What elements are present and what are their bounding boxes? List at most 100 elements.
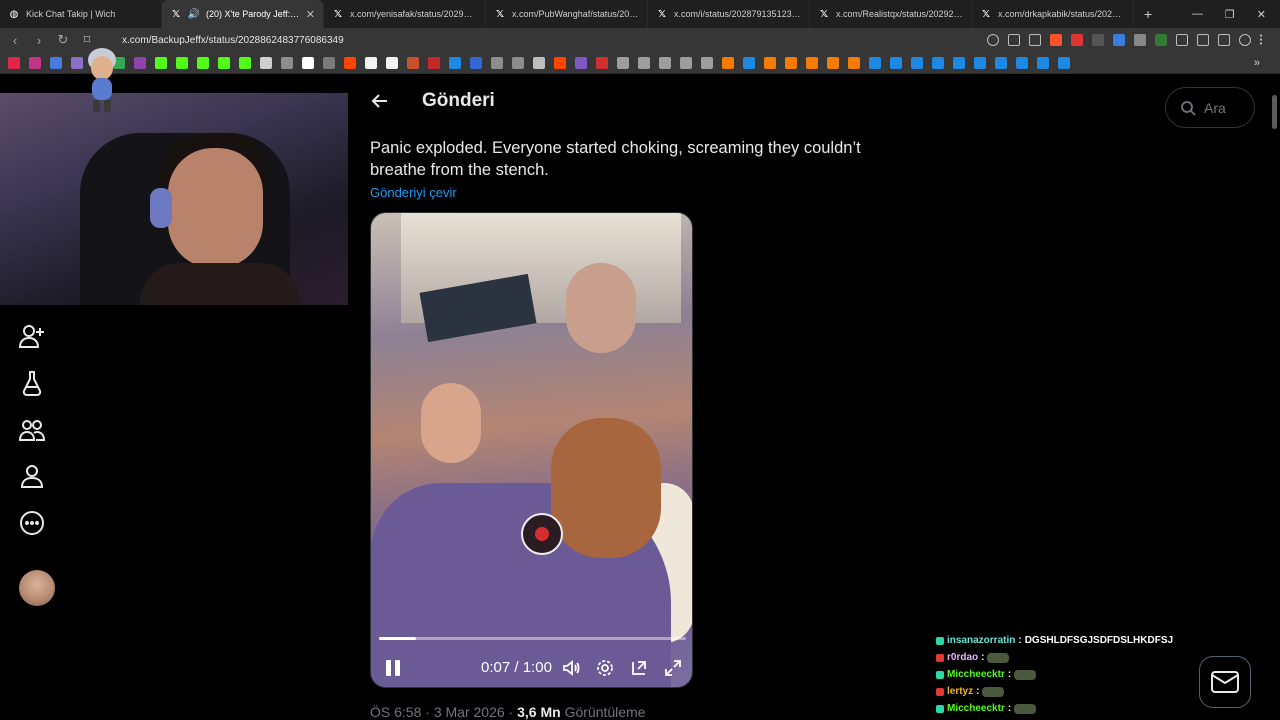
bookmark-favicon-icon[interactable] [575, 56, 587, 69]
tweet-time[interactable]: ÖS 6:58 [370, 704, 421, 720]
bookmark-favicon-icon[interactable] [218, 56, 230, 69]
bookmark-favicon-icon[interactable] [1058, 56, 1070, 69]
extension-icon[interactable] [1113, 34, 1125, 46]
browser-tab[interactable]: ◍ Kick Chat Takip | Wich [0, 0, 162, 28]
bookmark-favicon-icon[interactable] [407, 56, 419, 69]
video-progress-bar[interactable] [379, 637, 686, 640]
bookmark-favicon-icon[interactable] [71, 56, 83, 69]
extensions-puzzle-icon[interactable] [1176, 34, 1188, 46]
bookmark-favicon-icon[interactable] [953, 56, 965, 69]
bookmark-favicon-icon[interactable] [1037, 56, 1049, 69]
browser-tab-active[interactable]: 𝕏 🔊 (20) X'te Parody Jeff: "During ✕ [162, 0, 324, 28]
bookmark-favicon-icon[interactable] [323, 56, 335, 69]
video-player[interactable]: 0:07 / 1:00 [370, 212, 693, 688]
bookmark-favicon-icon[interactable] [155, 56, 167, 69]
bookmark-favicon-icon[interactable] [617, 56, 629, 69]
close-window-icon[interactable]: ✕ [1257, 8, 1266, 21]
bookmark-favicon-icon[interactable] [134, 56, 146, 69]
bookmark-favicon-icon[interactable] [260, 56, 272, 69]
pause-icon[interactable] [385, 660, 401, 676]
extension-icon[interactable] [1071, 34, 1083, 46]
bookmark-favicon-icon[interactable] [722, 56, 734, 69]
minimize-icon[interactable]: — [1192, 8, 1203, 21]
cast-icon[interactable] [1008, 34, 1020, 46]
picture-in-picture-icon[interactable] [629, 658, 649, 678]
account-avatar[interactable] [19, 570, 55, 606]
speaker-icon[interactable]: 🔊 [188, 8, 200, 20]
bookmark-favicon-icon[interactable] [281, 56, 293, 69]
bookmark-favicon-icon[interactable] [911, 56, 923, 69]
chat-username[interactable]: r0rdao [947, 652, 978, 663]
profile-icon[interactable] [18, 462, 46, 490]
tweet-date[interactable]: 3 Mar 2026 [434, 704, 505, 720]
extension-icon[interactable] [1134, 34, 1146, 46]
more-circle-icon[interactable] [18, 509, 46, 537]
reload-icon[interactable]: ↻ [56, 32, 70, 48]
bookmark-favicon-icon[interactable] [806, 56, 818, 69]
bookmark-favicon-icon[interactable] [848, 56, 860, 69]
bookmark-favicon-icon[interactable] [1016, 56, 1028, 69]
wallet-icon[interactable] [1218, 34, 1230, 46]
bookmark-favicon-icon[interactable] [8, 56, 20, 69]
browser-tab[interactable]: 𝕏 x.com/yenisafak/status/2029125880 [324, 0, 486, 28]
bookmark-favicon-icon[interactable] [974, 56, 986, 69]
page-scrollbar[interactable] [1272, 95, 1277, 129]
messages-button[interactable] [1199, 656, 1251, 708]
communities-icon[interactable] [18, 416, 46, 444]
browser-tab[interactable]: 𝕏 x.com/i/status/202879135123231999 [648, 0, 810, 28]
bookmark-favicon-icon[interactable] [197, 56, 209, 69]
bookmark-favicon-icon[interactable] [659, 56, 671, 69]
browser-tab[interactable]: 𝕏 x.com/PubWanghaf/status/2028957 [486, 0, 648, 28]
bookmark-favicon-icon[interactable] [995, 56, 1007, 69]
flask-icon[interactable] [18, 369, 46, 397]
bookmark-favicon-icon[interactable] [491, 56, 503, 69]
new-tab-button[interactable]: + [1134, 6, 1162, 22]
bookmark-favicon-icon[interactable] [932, 56, 944, 69]
bookmark-favicon-icon[interactable] [680, 56, 692, 69]
bookmark-favicon-icon[interactable] [344, 56, 356, 69]
chat-username[interactable]: Miccheecktr [947, 703, 1005, 714]
bookmark-favicon-icon[interactable] [239, 56, 251, 69]
chat-username[interactable]: Miccheecktr [947, 669, 1005, 680]
forward-nav-icon[interactable]: › [32, 33, 46, 48]
bookmark-favicon-icon[interactable] [428, 56, 440, 69]
bookmark-favicon-icon[interactable] [869, 56, 881, 69]
add-user-icon[interactable] [18, 322, 46, 350]
bookmark-favicon-icon[interactable] [365, 56, 377, 69]
brave-shield-icon[interactable] [1050, 34, 1062, 46]
translate-post-link[interactable]: Gönderiyi çevir [370, 185, 457, 200]
bookmark-favicon-icon[interactable] [50, 56, 62, 69]
sidebar-icon[interactable] [1197, 34, 1209, 46]
bookmark-favicon-icon[interactable] [743, 56, 755, 69]
bookmark-favicon-icon[interactable] [764, 56, 776, 69]
url-field[interactable]: x.com/BackupJeffx/status/202886248377608… [122, 35, 344, 46]
bookmark-favicon-icon[interactable] [638, 56, 650, 69]
back-arrow-icon[interactable] [370, 91, 390, 111]
close-tab-icon[interactable]: ✕ [306, 8, 315, 21]
bookmark-favicon-icon[interactable] [29, 56, 41, 69]
browser-tab[interactable]: 𝕏 x.com/Realistqx/status/2029203668 [810, 0, 972, 28]
fullscreen-icon[interactable] [663, 658, 683, 678]
search-box[interactable]: Ara [1165, 87, 1255, 128]
bookmark-favicon-icon[interactable] [386, 56, 398, 69]
maximize-icon[interactable]: ❐ [1225, 8, 1235, 21]
bookmark-favicon-icon[interactable] [596, 56, 608, 69]
extension-icon[interactable] [1155, 34, 1167, 46]
bookmark-favicon-icon[interactable] [176, 56, 188, 69]
bookmark-favicon-icon[interactable] [890, 56, 902, 69]
bookmark-favicon-icon[interactable] [827, 56, 839, 69]
bookmark-favicon-icon[interactable] [470, 56, 482, 69]
bookmark-favicon-icon[interactable] [512, 56, 524, 69]
browser-tab[interactable]: 𝕏 x.com/drkapkabik/status/202917580 [972, 0, 1134, 28]
bookmark-favicon-icon[interactable] [533, 56, 545, 69]
share-icon[interactable] [1029, 34, 1041, 46]
zoom-icon[interactable] [987, 34, 999, 46]
menu-icon[interactable] [1260, 34, 1272, 46]
music-icon[interactable] [1239, 34, 1251, 46]
chat-username[interactable]: insanazorratin [947, 635, 1015, 646]
bookmark-favicon-icon[interactable] [785, 56, 797, 69]
settings-gear-icon[interactable] [595, 658, 615, 678]
bookmark-favicon-icon[interactable] [302, 56, 314, 69]
back-nav-icon[interactable]: ‹ [8, 33, 22, 48]
bookmarks-overflow-icon[interactable]: » [1254, 57, 1260, 69]
